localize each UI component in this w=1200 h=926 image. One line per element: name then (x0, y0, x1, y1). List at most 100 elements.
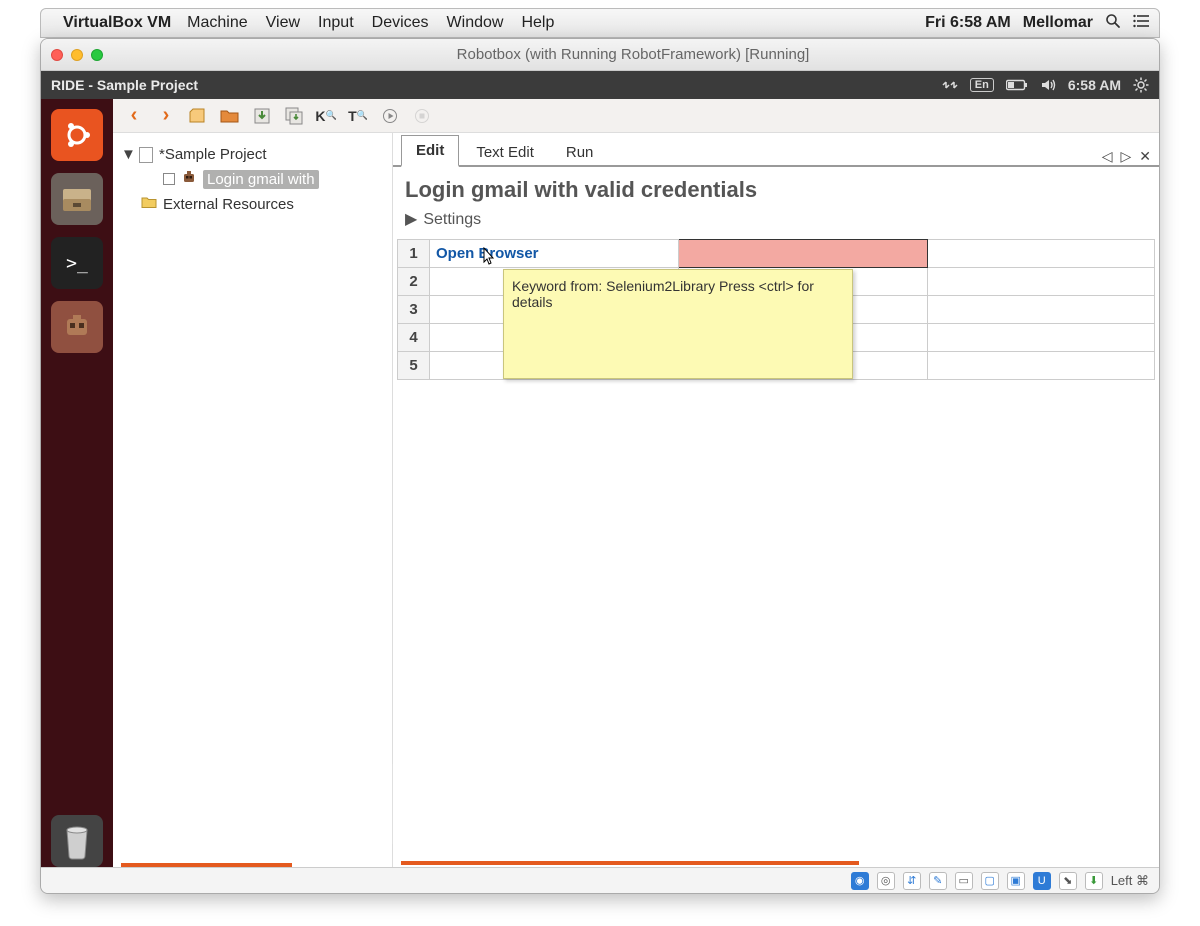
ride-main: ▼ *Sample Project Login gmail with (113, 133, 1159, 867)
t-label: T (348, 108, 357, 124)
status-shared-folder-icon[interactable]: ▭ (955, 872, 973, 890)
status-optical-icon[interactable]: ◎ (877, 872, 895, 890)
test-icon (181, 169, 197, 189)
guest-clock[interactable]: 6:58 AM (1068, 77, 1121, 93)
volume-indicator-icon[interactable] (1040, 78, 1056, 92)
cell-r1-c3[interactable] (928, 240, 1155, 268)
status-display-icon[interactable]: ▢ (981, 872, 999, 890)
cell-r1-c1[interactable]: Open Browser (430, 240, 679, 268)
editor-panel: Edit Text Edit Run ◁ ▷ ✕ Login gmail wit… (393, 133, 1159, 867)
caret-down-icon[interactable]: ▼ (121, 146, 133, 163)
unity-launcher: >_ (41, 99, 113, 867)
row-number: 3 (398, 296, 430, 324)
menu-list-icon[interactable] (1133, 14, 1151, 33)
status-capture-icon[interactable]: U (1033, 872, 1051, 890)
zoom-button[interactable] (91, 49, 103, 61)
tab-close-icon[interactable]: ✕ (1139, 148, 1151, 165)
triangle-right-icon: ▶ (405, 209, 417, 229)
minimize-button[interactable] (71, 49, 83, 61)
tab-run[interactable]: Run (551, 137, 609, 167)
status-hdd-icon[interactable]: ◉ (851, 872, 869, 890)
cell[interactable] (928, 324, 1155, 352)
tree-external-resources-node[interactable]: External Resources (119, 192, 386, 216)
folder-icon (141, 195, 157, 213)
gear-icon[interactable] (1133, 77, 1149, 93)
row-number: 1 (398, 240, 430, 268)
menu-devices[interactable]: Devices (372, 14, 429, 32)
tree-testcase-label: Login gmail with (203, 170, 319, 189)
guest-body: >_ ‹ › (41, 99, 1159, 867)
run-button-icon[interactable] (379, 105, 401, 127)
nav-back-button[interactable]: ‹ (123, 105, 145, 127)
status-mouse-integration-icon[interactable]: ⬊ (1059, 872, 1077, 890)
row-number: 5 (398, 352, 430, 380)
menu-input[interactable]: Input (318, 14, 354, 32)
vm-titlebar[interactable]: Robotbox (with Running RobotFramework) [… (41, 39, 1159, 71)
save-icon[interactable] (251, 105, 273, 127)
settings-label: Settings (423, 211, 481, 228)
row-number: 2 (398, 268, 430, 296)
host-clock[interactable]: Fri 6:58 AM (925, 14, 1011, 32)
menu-window[interactable]: Window (447, 14, 504, 32)
search-tests-button[interactable]: T🔍 (347, 105, 369, 127)
status-usb-icon[interactable]: ✎ (929, 872, 947, 890)
close-button[interactable] (51, 49, 63, 61)
media-controls-overlay (376, 764, 901, 844)
launcher-trash-icon[interactable] (51, 815, 103, 867)
menu-help[interactable]: Help (521, 14, 554, 32)
vm-window-title: Robotbox (with Running RobotFramework) [… (117, 46, 1149, 63)
launcher-terminal-icon[interactable]: >_ (51, 237, 103, 289)
tree-testcase-node[interactable]: Login gmail with (119, 166, 386, 192)
guest-top-panel: RIDE - Sample Project En 6:58 AM (41, 71, 1159, 99)
save-all-icon[interactable] (283, 105, 305, 127)
launcher-robot-icon[interactable] (51, 301, 103, 353)
battery-indicator-icon[interactable] (1006, 79, 1028, 91)
grid-row-1[interactable]: 1 Open Browser (398, 240, 1155, 268)
traffic-lights (51, 49, 103, 61)
host-user[interactable]: Mellomar (1023, 14, 1093, 32)
keyboard-layout-indicator[interactable]: En (970, 78, 994, 92)
menu-machine[interactable]: Machine (187, 14, 247, 32)
new-file-icon[interactable] (187, 105, 209, 127)
testcase-title: Login gmail with valid credentials (393, 167, 1159, 205)
vm-window: Robotbox (with Running RobotFramework) [… (40, 38, 1160, 894)
vm-status-bar: ◉ ◎ ⇵ ✎ ▭ ▢ ▣ U ⬊ ⬇ Left ⌘ (41, 867, 1159, 893)
cell-r1-c2-active[interactable] (679, 240, 928, 268)
file-icon (139, 147, 153, 163)
cell[interactable] (928, 268, 1155, 296)
host-key-indicator: Left ⌘ (1111, 873, 1149, 889)
nav-forward-button[interactable]: › (155, 105, 177, 127)
guest-app-title: RIDE - Sample Project (51, 77, 198, 93)
mac-menubar: VirtualBox VM Machine View Input Devices… (40, 8, 1160, 38)
cell[interactable] (928, 296, 1155, 324)
tab-text-edit[interactable]: Text Edit (461, 137, 549, 167)
search-keywords-button[interactable]: K🔍 (315, 105, 337, 127)
editor-tab-strip: Edit Text Edit Run ◁ ▷ ✕ (393, 133, 1159, 167)
tree-project-label: *Sample Project (159, 146, 267, 163)
stop-button-icon (411, 105, 433, 127)
mouse-cursor-icon (483, 247, 497, 270)
menu-view[interactable]: View (266, 14, 300, 32)
host-app-name[interactable]: VirtualBox VM (63, 14, 171, 32)
network-indicator-icon[interactable] (942, 78, 958, 92)
status-keyboard-capture-icon[interactable]: ⬇ (1085, 872, 1103, 890)
status-network-icon[interactable]: ⇵ (903, 872, 921, 890)
spotlight-icon[interactable] (1105, 13, 1121, 34)
open-folder-icon[interactable] (219, 105, 241, 127)
settings-toggle[interactable]: ▶ Settings (393, 205, 1159, 239)
tree-project-node[interactable]: ▼ *Sample Project (119, 143, 386, 166)
status-recording-icon[interactable]: ▣ (1007, 872, 1025, 890)
project-tree[interactable]: ▼ *Sample Project Login gmail with (113, 133, 393, 867)
launcher-files-icon[interactable] (51, 173, 103, 225)
tab-next-icon[interactable]: ▷ (1120, 148, 1131, 165)
keyword-grid[interactable]: 1 Open Browser 2 3 (393, 239, 1159, 380)
tab-edit[interactable]: Edit (401, 135, 459, 167)
test-checkbox[interactable] (163, 173, 175, 185)
launcher-dash-icon[interactable] (51, 109, 103, 161)
ride-toolbar: ‹ › K🔍 T🔍 (113, 99, 1159, 133)
ride-app: ‹ › K🔍 T🔍 (113, 99, 1159, 867)
tree-scroll-indicator (121, 863, 292, 867)
row-number: 4 (398, 324, 430, 352)
tab-prev-icon[interactable]: ◁ (1102, 148, 1113, 165)
cell[interactable] (928, 352, 1155, 380)
